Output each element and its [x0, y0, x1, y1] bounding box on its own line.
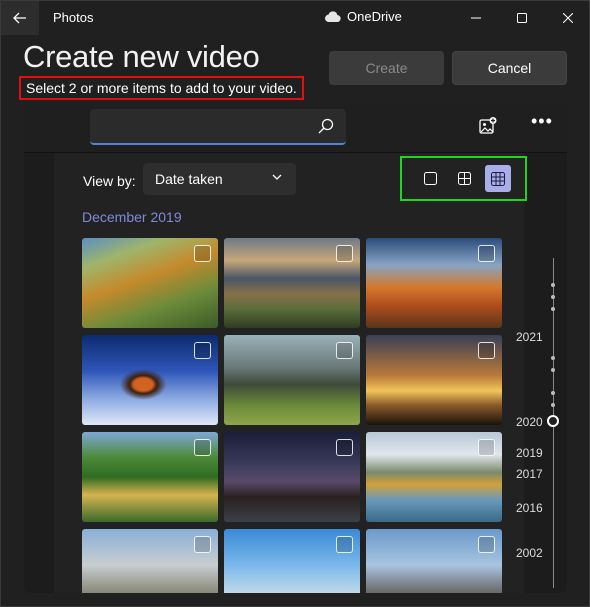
- photo-thumbnail-milky-way-night-sky[interactable]: [224, 432, 360, 522]
- select-checkbox[interactable]: [336, 439, 353, 456]
- select-checkbox[interactable]: [194, 245, 211, 262]
- minimize-icon: [471, 17, 481, 19]
- view-by-dropdown[interactable]: Date taken: [143, 163, 296, 195]
- photo-thumbnail-yosemite-valley[interactable]: [82, 529, 218, 593]
- timeline-year-2021[interactable]: 2021: [516, 330, 543, 344]
- search-icon[interactable]: [318, 118, 334, 134]
- photo-thumbnail-snowy-cabin-night[interactable]: [82, 335, 218, 425]
- timeline-dot: [551, 295, 555, 299]
- timeline-dot: [551, 283, 555, 287]
- close-icon: [563, 13, 573, 23]
- create-button[interactable]: Create: [329, 51, 444, 85]
- photo-content-area: View by: Date taken December 2019: [54, 153, 527, 593]
- chevron-down-icon: [272, 174, 282, 180]
- import-image-icon[interactable]: [479, 117, 497, 135]
- timeline-year-2020[interactable]: 2020: [516, 415, 543, 429]
- app-name: Photos: [53, 10, 94, 25]
- cancel-button[interactable]: Cancel: [452, 51, 567, 85]
- photo-thumbnail-sunset-lake-valley[interactable]: [224, 238, 360, 328]
- cloud-icon: [325, 10, 341, 22]
- title-bar: Photos OneDrive: [1, 1, 589, 35]
- timeline-year-2016[interactable]: 2016: [516, 501, 543, 515]
- photo-thumbnail-radio-telescopes-sunset[interactable]: [366, 335, 502, 425]
- view-by-selected: Date taken: [155, 171, 223, 187]
- grid-3x3-icon: [491, 171, 505, 186]
- timeline-dot: [551, 307, 555, 311]
- onedrive-status[interactable]: OneDrive: [323, 9, 402, 24]
- select-checkbox[interactable]: [336, 245, 353, 262]
- select-checkbox[interactable]: [478, 342, 495, 359]
- search-box[interactable]: [90, 109, 346, 145]
- photo-thumbnail-autumn-lake-mountain[interactable]: [366, 238, 502, 328]
- photo-thumbnail-mountain-wolf[interactable]: [366, 529, 502, 593]
- timeline-dot: [551, 403, 555, 407]
- photo-thumbnail-alpine-lake-island[interactable]: [366, 432, 502, 522]
- instruction-text: Select 2 or more items to add to your vi…: [19, 76, 304, 100]
- view-by-label: View by:: [83, 173, 136, 189]
- timeline-dot: [551, 356, 555, 360]
- select-checkbox[interactable]: [336, 536, 353, 553]
- date-section-label: December 2019: [82, 209, 182, 225]
- back-button[interactable]: [1, 1, 39, 35]
- photo-thumbnail-green-canyon-gorge[interactable]: [82, 432, 218, 522]
- timeline-year-2019[interactable]: 2019: [516, 446, 543, 460]
- select-checkbox[interactable]: [194, 439, 211, 456]
- select-checkbox[interactable]: [478, 245, 495, 262]
- onedrive-label: OneDrive: [347, 9, 402, 24]
- maximize-icon: [517, 13, 527, 23]
- photo-thumbnail-rocky-pinnacles[interactable]: [224, 335, 360, 425]
- timeline-scrubber[interactable]: 2021 2020 2019 2017 2016 2002: [516, 253, 566, 593]
- select-checkbox[interactable]: [336, 342, 353, 359]
- timeline-year-2017[interactable]: 2017: [516, 467, 543, 481]
- timeline-dot: [551, 391, 555, 395]
- timeline-dot: [551, 368, 555, 372]
- timeline-position-knob[interactable]: [547, 415, 559, 427]
- grid-2x2-icon: [457, 172, 471, 185]
- picker-toolbar: •••: [24, 103, 567, 153]
- select-checkbox[interactable]: [478, 536, 495, 553]
- single-square-icon: [423, 172, 437, 185]
- timeline-year-2002[interactable]: 2002: [516, 546, 543, 560]
- large-thumbnail-button[interactable]: [485, 165, 511, 192]
- maximize-button[interactable]: [499, 1, 545, 35]
- arrow-left-icon: [13, 12, 26, 24]
- select-checkbox[interactable]: [194, 536, 211, 553]
- search-input[interactable]: [98, 115, 298, 137]
- minimize-button[interactable]: [453, 1, 499, 35]
- small-thumbnail-button[interactable]: [417, 165, 443, 192]
- medium-thumbnail-button[interactable]: [451, 165, 477, 192]
- photo-thumbnail-tipi-tents[interactable]: [224, 529, 360, 593]
- close-button[interactable]: [545, 1, 590, 35]
- select-checkbox[interactable]: [478, 439, 495, 456]
- page-title: Create new video: [23, 39, 260, 74]
- thumbnail-size-group: [400, 156, 527, 201]
- select-checkbox[interactable]: [194, 342, 211, 359]
- photo-picker-panel: ••• View by: Date taken December 2019 20…: [24, 103, 567, 593]
- photos-window: Photos OneDrive Create new video Select …: [0, 0, 590, 607]
- more-options-icon[interactable]: •••: [531, 111, 553, 132]
- photo-thumbnail-autumn-mountain-valley[interactable]: [82, 238, 218, 328]
